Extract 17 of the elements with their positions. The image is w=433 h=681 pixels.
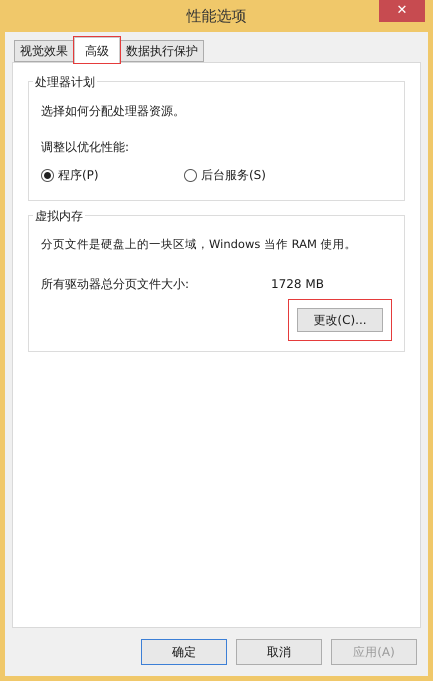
radio-option[interactable]: 程序(P): [41, 166, 184, 184]
group-title: 虚拟内存: [33, 207, 85, 225]
radio-option[interactable]: 后台服务(S): [184, 166, 266, 184]
window-title: 性能选项: [186, 6, 246, 27]
description-text: 选择如何分配处理器资源。: [41, 103, 186, 120]
close-button[interactable]: ✕: [379, 0, 425, 22]
paging-size-label: 所有驱动器总分页文件大小:: [41, 276, 190, 294]
change-button[interactable]: 更改(C)...: [297, 308, 383, 332]
adjust-label: 调整以优化性能:: [41, 139, 130, 156]
group-title: 处理器计划: [33, 73, 97, 91]
description-text: 分页文件是硬盘上的一块区域，Windows 当作 RAM 使用。: [41, 236, 358, 253]
tab[interactable]: 视觉效果: [14, 40, 74, 62]
dialog-button[interactable]: 确定: [141, 639, 227, 665]
paging-size-value: 1728 MB: [271, 276, 324, 294]
tab[interactable]: 数据执行保护: [120, 40, 204, 62]
dialog-button[interactable]: 取消: [236, 639, 322, 665]
tab[interactable]: 高级: [74, 37, 120, 63]
